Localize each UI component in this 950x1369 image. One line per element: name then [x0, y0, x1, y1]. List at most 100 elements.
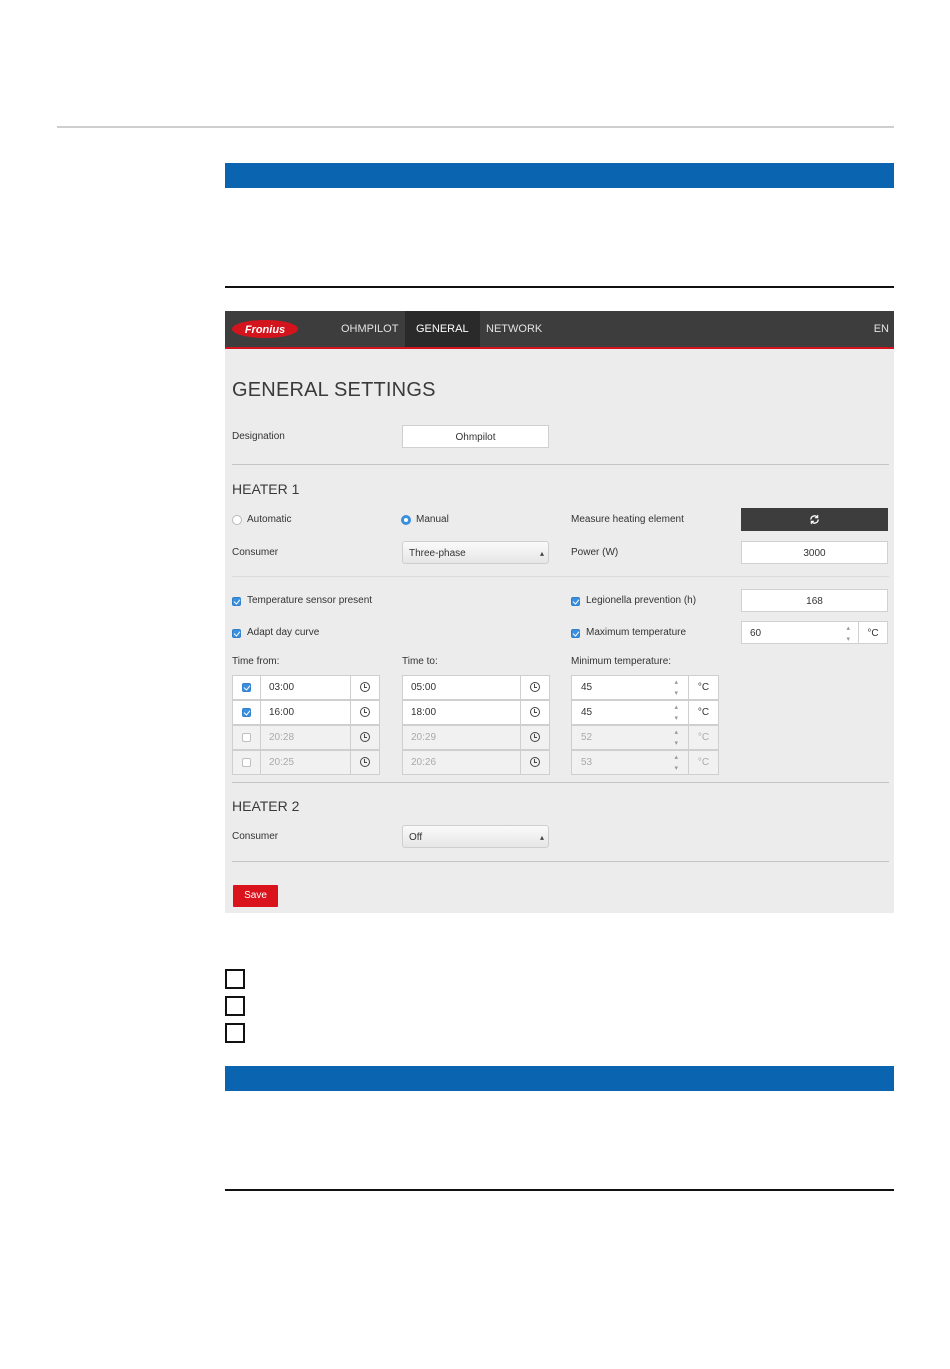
page-top-rule [57, 126, 894, 128]
section-header-bar [225, 1066, 894, 1091]
time-from-picker[interactable] [350, 725, 380, 750]
top-nav: Fronius OHMPILOT GENERAL NETWORK EN [225, 311, 894, 349]
consumer-select[interactable]: Three-phase ▴ [402, 541, 549, 564]
min-temp-value: 45 [581, 707, 593, 718]
clock-icon [360, 707, 370, 717]
time-to-picker[interactable] [520, 725, 550, 750]
manual-radio[interactable] [401, 515, 411, 525]
row-enable-checkbox[interactable] [242, 708, 251, 717]
spinner-icon[interactable]: ▴ ▾ [674, 751, 678, 774]
time-to-input[interactable]: 20:26 [402, 750, 521, 775]
automatic-label: Automatic [247, 514, 292, 525]
select-arrows-icon: ▴ [539, 833, 544, 842]
time-to-input[interactable]: 20:29 [402, 725, 521, 750]
measure-label: Measure heating element [571, 514, 684, 525]
nav-network[interactable]: NETWORK [475, 311, 553, 347]
language-selector[interactable]: EN [874, 311, 889, 347]
legionella-input[interactable]: 168 [741, 589, 888, 612]
divider [232, 782, 889, 783]
temp-sensor-checkbox[interactable] [232, 597, 241, 606]
min-temp-input[interactable]: 53 ▴ ▾ [571, 750, 689, 775]
heater2-title: HEATER 2 [232, 798, 300, 814]
max-temp-label: Maximum temperature [586, 627, 687, 638]
min-temp-unit: °C [688, 750, 719, 775]
max-temp-checkbox[interactable] [571, 629, 580, 638]
legionella-checkbox[interactable] [571, 597, 580, 606]
time-from-input[interactable]: 16:00 [260, 700, 351, 725]
time-from-label: Time from: [232, 656, 280, 667]
time-from-picker[interactable] [350, 750, 380, 775]
min-temp-unit: °C [688, 675, 719, 700]
clock-icon [530, 682, 540, 692]
min-temp-label: Minimum temperature: [571, 656, 672, 667]
power-input[interactable]: 3000 [741, 541, 888, 564]
row-enable-cell [232, 675, 261, 700]
divider-light [232, 576, 889, 577]
spinner-icon[interactable]: ▴ ▾ [846, 622, 850, 645]
row-enable-checkbox[interactable] [242, 733, 251, 742]
time-from-input[interactable]: 20:25 [260, 750, 351, 775]
row-enable-cell [232, 750, 261, 775]
time-from-input[interactable]: 20:28 [260, 725, 351, 750]
save-button[interactable]: Save [233, 885, 278, 907]
min-temp-input[interactable]: 45 ▴ ▾ [571, 700, 689, 725]
min-temp-value: 53 [581, 757, 593, 768]
select-arrows-icon: ▴ [539, 549, 544, 558]
heater2-consumer-select[interactable]: Off ▴ [402, 825, 549, 848]
adapt-day-curve-checkbox[interactable] [232, 629, 241, 638]
step-checkbox [225, 1023, 245, 1043]
page-title: GENERAL SETTINGS [232, 379, 436, 401]
consumer-label: Consumer [232, 547, 279, 558]
time-to-input[interactable]: 18:00 [402, 700, 521, 725]
nav-general[interactable]: GENERAL [405, 311, 480, 347]
min-temp-input[interactable]: 45 ▴ ▾ [571, 675, 689, 700]
legionella-label: Legionella prevention (h) [586, 595, 697, 606]
max-temp-input[interactable]: 60 ▴ ▾ [741, 621, 859, 644]
clock-icon [360, 682, 370, 692]
heater2-consumer-value: Off [409, 832, 423, 843]
clock-icon [530, 707, 540, 717]
spinner-icon[interactable]: ▴ ▾ [674, 701, 678, 724]
consumer-value: Three-phase [409, 548, 466, 559]
divider [232, 861, 889, 862]
time-to-input[interactable]: 05:00 [402, 675, 521, 700]
measure-heating-button[interactable] [741, 508, 888, 531]
section-header-bar [225, 163, 894, 188]
ohmpilot-screenshot: Fronius OHMPILOT GENERAL NETWORK EN GENE… [225, 311, 894, 913]
nav-ohmpilot[interactable]: OHMPILOT [330, 311, 409, 347]
step-checkbox [225, 996, 245, 1016]
adapt-day-curve-label: Adapt day curve [247, 627, 320, 638]
row-enable-cell [232, 725, 261, 750]
time-to-picker[interactable] [520, 675, 550, 700]
fronius-logo: Fronius [232, 320, 298, 338]
spinner-icon[interactable]: ▴ ▾ [674, 676, 678, 699]
spinner-icon[interactable]: ▴ ▾ [674, 726, 678, 749]
temp-sensor-label: Temperature sensor present [247, 595, 373, 606]
clock-icon [360, 732, 370, 742]
min-temp-value: 45 [581, 682, 593, 693]
min-temp-unit: °C [688, 700, 719, 725]
max-temp-value: 60 [750, 628, 762, 639]
automatic-radio[interactable] [232, 515, 242, 525]
min-temp-value: 52 [581, 732, 593, 743]
time-from-picker[interactable] [350, 675, 380, 700]
power-label: Power (W) [571, 547, 619, 558]
time-from-input[interactable]: 03:00 [260, 675, 351, 700]
time-to-picker[interactable] [520, 750, 550, 775]
row-enable-checkbox[interactable] [242, 758, 251, 767]
heater1-title: HEATER 1 [232, 481, 300, 497]
logo-text: Fronius [245, 324, 285, 336]
row-enable-cell [232, 700, 261, 725]
clock-icon [530, 732, 540, 742]
clock-icon [530, 757, 540, 767]
time-to-label: Time to: [402, 656, 438, 667]
min-temp-input[interactable]: 52 ▴ ▾ [571, 725, 689, 750]
time-to-picker[interactable] [520, 700, 550, 725]
manual-label: Manual [416, 514, 449, 525]
step-checkbox [225, 969, 245, 989]
row-enable-checkbox[interactable] [242, 683, 251, 692]
designation-input[interactable]: Ohmpilot [402, 425, 549, 448]
heater2-consumer-label: Consumer [232, 831, 279, 842]
time-from-picker[interactable] [350, 700, 380, 725]
max-temp-unit: °C [858, 621, 888, 644]
